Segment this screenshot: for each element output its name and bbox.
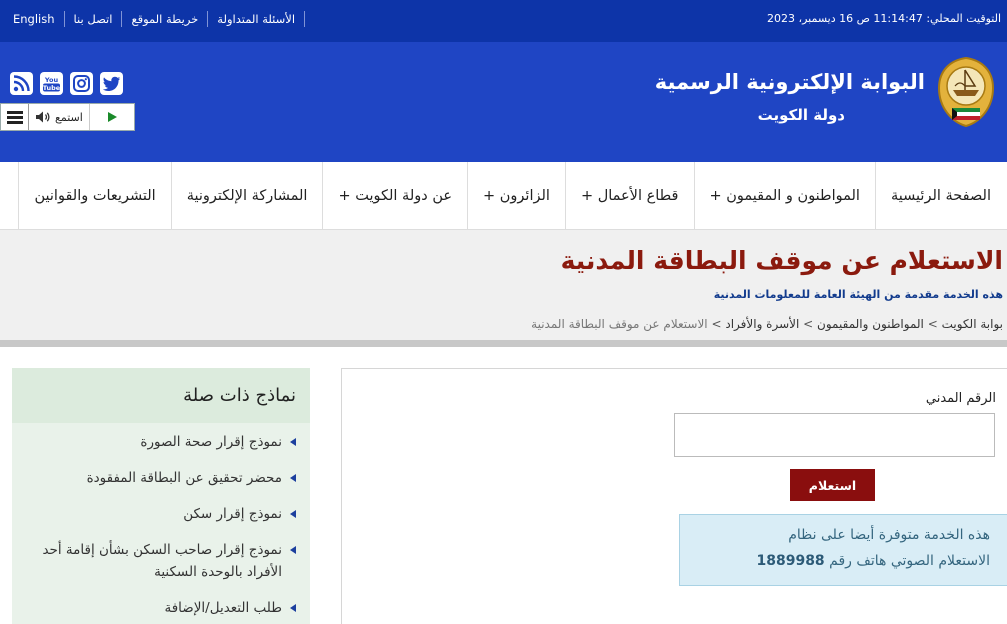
notice-phone-number: 1889988: [756, 553, 825, 569]
related-form-label: طلب التعديل/الإضافة: [164, 600, 282, 616]
notice-line-2: الاستعلام الصوتي هاتف رقم 1889988: [680, 548, 990, 574]
notice-line-1: هذه الخدمة متوفرة أيضا على نظام: [788, 527, 990, 543]
instagram-icon[interactable]: [70, 72, 93, 95]
related-form-residence-declaration[interactable]: نموذج إقرار سكن: [22, 503, 296, 525]
inquiry-submit-button[interactable]: استعلام: [790, 469, 875, 501]
inquiry-form-panel: الرقم المدني استعلام هذه الخدمة متوفرة أ…: [341, 368, 1007, 624]
nav-item-citizens-residents[interactable]: المواطنون و المقيمون +: [693, 162, 875, 230]
twitter-icon[interactable]: [100, 72, 123, 95]
listen-button[interactable]: استمع: [29, 104, 90, 130]
breadcrumb-separator: >: [711, 317, 722, 331]
arrow-left-icon: [290, 604, 296, 612]
page-title: الاستعلام عن موقف البطاقة المدنية: [560, 246, 1003, 275]
site-subtitle: دولة الكويت: [757, 106, 845, 124]
arrow-left-icon: [290, 546, 296, 554]
voice-service-notice: هذه الخدمة متوفرة أيضا على نظام الاستعلا…: [679, 514, 1007, 586]
breadcrumb-family-individuals[interactable]: الأسرة والأفراد: [725, 317, 799, 331]
site-title: البوابة الإلكترونية الرسمية: [654, 70, 925, 94]
related-form-label: محضر تحقيق عن البطاقة المفقودة: [86, 470, 282, 486]
breadcrumb-separator: >: [803, 317, 814, 331]
arrow-left-icon: [290, 438, 296, 446]
breadcrumb-current: الاستعلام عن موقف البطاقة المدنية: [531, 317, 708, 331]
nav-item-business[interactable]: قطاع الأعمال +: [564, 162, 694, 230]
main-nav: الصفحة الرئيسية المواطنون و المقيمون + ق…: [0, 162, 1007, 230]
civil-id-input[interactable]: [674, 413, 995, 457]
related-forms-list: نموذج إقرار صحة الصورة محضر تحقيق عن الب…: [12, 423, 310, 619]
player-menu-icon[interactable]: [1, 104, 29, 130]
audio-player: استمع: [0, 103, 135, 131]
local-time: التوقيت المحلي: 11:14:47 ص 16 ديسمبر، 20…: [767, 12, 1001, 25]
related-form-label: نموذج إقرار صحة الصورة: [140, 434, 282, 450]
civil-id-label: الرقم المدني: [925, 391, 996, 406]
svg-text:You: You: [44, 76, 59, 84]
breadcrumb-citizens-residents[interactable]: المواطنون والمقيمون: [817, 317, 924, 331]
top-bar: التوقيت المحلي: 11:14:47 ص 16 ديسمبر، 20…: [0, 0, 1007, 42]
breadcrumb: بوابة الكويت > المواطنون والمقيمون > الأ…: [531, 317, 1003, 331]
related-form-label: نموذج إقرار صاحب السكن بشأن إقامة أحد ال…: [42, 542, 282, 580]
nav-item-visitors[interactable]: الزائرون +: [467, 162, 565, 230]
kuwait-emblem-icon: [937, 56, 995, 128]
related-forms-sidebar: نماذج ذات صلة نموذج إقرار صحة الصورة محض…: [12, 368, 310, 624]
site-header: البوابة الإلكترونية الرسمية دولة الكويت …: [0, 42, 1007, 162]
listen-label: استمع: [55, 110, 83, 124]
related-form-lost-card-report[interactable]: محضر تحقيق عن البطاقة المفقودة: [22, 467, 296, 489]
contact-us-link[interactable]: اتصل بنا: [65, 12, 122, 26]
breadcrumb-kuwait-portal[interactable]: بوابة الكويت: [942, 317, 1003, 331]
related-form-label: نموذج إقرار سكن: [183, 506, 282, 522]
faq-link[interactable]: الأسئلة المتداولة: [208, 12, 304, 26]
nav-item-about-kuwait[interactable]: عن دولة الكويت +: [322, 162, 467, 230]
nav-item-home[interactable]: الصفحة الرئيسية: [874, 162, 1007, 230]
social-links: You Tube: [10, 72, 123, 95]
arrow-left-icon: [290, 510, 296, 518]
sitemap-link[interactable]: خريطة الموقع: [122, 12, 207, 26]
speaker-icon: [36, 111, 50, 123]
arrow-left-icon: [290, 474, 296, 482]
nav-item-e-participation[interactable]: المشاركة الإلكترونية: [170, 162, 323, 230]
svg-text:Tube: Tube: [43, 84, 61, 92]
play-icon: [107, 112, 117, 122]
related-forms-title: نماذج ذات صلة: [12, 368, 310, 423]
youtube-icon[interactable]: You Tube: [40, 72, 63, 95]
play-button[interactable]: [90, 104, 134, 130]
nav-item-legislation[interactable]: التشريعات والقوانين: [18, 162, 170, 230]
rss-icon[interactable]: [10, 72, 33, 95]
page-description: هذه الخدمة مقدمة من الهيئة العامة للمعلو…: [713, 288, 1003, 301]
page-banner: الاستعلام عن موقف البطاقة المدنية هذه ال…: [0, 230, 1007, 347]
related-form-modification-request[interactable]: طلب التعديل/الإضافة: [22, 597, 296, 619]
divider: [304, 11, 306, 27]
breadcrumb-separator: >: [927, 317, 938, 331]
notice-phone-prefix: الاستعلام الصوتي هاتف رقم: [829, 553, 990, 569]
related-form-photo-validity[interactable]: نموذج إقرار صحة الصورة: [22, 431, 296, 453]
related-form-landlord-declaration[interactable]: نموذج إقرار صاحب السكن بشأن إقامة أحد ال…: [22, 539, 296, 583]
english-link[interactable]: English: [4, 12, 64, 26]
top-links: English اتصل بنا خريطة الموقع الأسئلة ال…: [4, 11, 306, 27]
